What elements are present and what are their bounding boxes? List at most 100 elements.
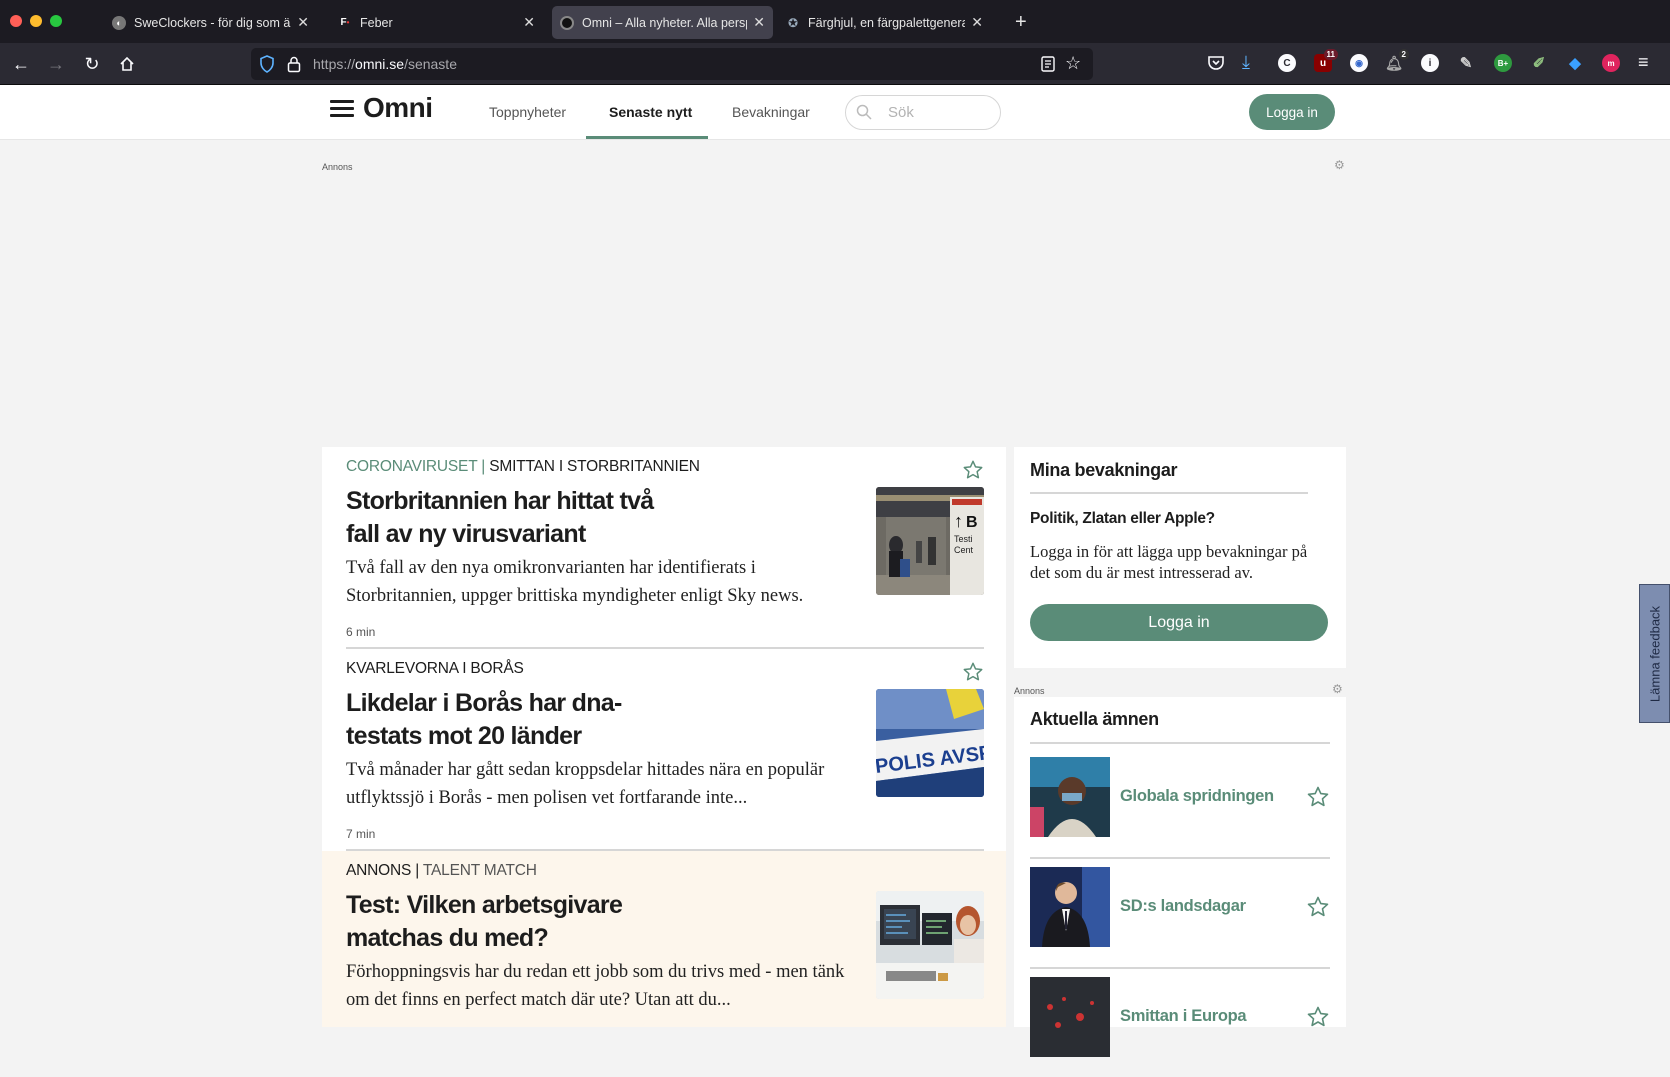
search-input[interactable] (888, 104, 988, 121)
article-topic[interactable]: CORONAVIRUSET (346, 458, 477, 475)
downloads-icon[interactable]: ⤓ (1242, 52, 1250, 73)
site-logo[interactable]: Omni (330, 92, 433, 124)
tracking-shield-icon[interactable] (259, 55, 275, 78)
hamburger-menu-icon[interactable] (330, 99, 354, 117)
article-read-time: 7 min (346, 827, 376, 841)
nav-bevakningar[interactable]: Bevakningar (732, 104, 810, 120)
omni-icon (560, 15, 574, 30)
ad-settings-gear-icon[interactable]: ⚙ (1332, 683, 1344, 695)
forward-arrow-icon[interactable]: → (43, 51, 69, 77)
svg-text:B: B (966, 514, 978, 531)
ublock-icon[interactable]: u 11 (1314, 49, 1338, 72)
tab-title: Färghjul, en färgpalettgenerator (808, 15, 966, 30)
close-tab-icon[interactable]: ✕ (523, 14, 535, 31)
bookmark-star-icon[interactable]: ☆ (1065, 54, 1081, 72)
tab-omni[interactable]: Omni – Alla nyheter. Alla perspektiv. ✕ (552, 6, 773, 39)
article-image-office[interactable] (876, 891, 984, 999)
url-text: https://omni.se/senaste (313, 56, 457, 72)
brush-extension-icon[interactable]: ✎ (1457, 54, 1475, 72)
follow-star-icon[interactable] (1306, 895, 1330, 919)
tab-farghjul[interactable]: ✪ Färghjul, en färgpalettgenerator ✕ (778, 6, 991, 39)
watchlist-description: Logga in för att lägga upp bevakningar p… (1030, 542, 1308, 582)
notification-bell-icon[interactable]: 🔔︎ 2 (1385, 49, 1409, 72)
topic-item[interactable]: SD:s landsdagar (1030, 857, 1330, 967)
article-image-police-tape[interactable]: POLIS AVSPÄRRAT (876, 689, 984, 797)
watchlist-box: Mina bevakningar Politik, Zlatan eller A… (1014, 447, 1346, 668)
reload-icon[interactable]: ↻ (79, 51, 105, 77)
url-host: omni.se (355, 56, 405, 72)
topic-item[interactable]: Globala spridningen (1030, 747, 1330, 857)
feber-icon: F • (340, 17, 350, 28)
extension-c-icon[interactable]: C (1278, 54, 1296, 72)
topic-name[interactable]: SD:s landsdagar (1120, 897, 1246, 916)
nav-senaste-nytt[interactable]: Senaste nytt (609, 104, 692, 120)
new-tab-button[interactable]: + (1007, 6, 1037, 39)
minimize-window-button[interactable] (30, 15, 42, 27)
article-subtopic[interactable]: SMITTAN I STORBRITANNIEN (489, 458, 700, 475)
login-button[interactable]: Logga in (1249, 94, 1335, 130)
url-path: /senaste (404, 56, 457, 72)
address-bar[interactable]: https://omni.se/senaste ☆ (251, 48, 1093, 80)
watchlist-login-button[interactable]: Logga in (1030, 604, 1328, 641)
article-title[interactable]: Storbritannien har hittat två fall av ny… (346, 485, 686, 551)
gem-extension-icon[interactable]: ◆ (1566, 54, 1584, 72)
topic-item[interactable]: Smittan i Europa (1030, 967, 1330, 1077)
article-card[interactable]: KVARLEVORNA I BORÅS Likdelar i Borås har… (322, 649, 1006, 851)
tab-feber[interactable]: F • Feber ✕ (330, 6, 543, 39)
zoom-window-button[interactable] (50, 15, 62, 27)
ublock-badge: 11 (1323, 49, 1338, 60)
close-tab-icon[interactable]: ✕ (297, 14, 309, 31)
sponsored-article-card[interactable]: ANNONS | TALENT MATCH Test: Vilken arbet… (322, 851, 1006, 1027)
topic-image (1030, 757, 1110, 837)
tab-title: SweClockers - för dig som älskar teknik (134, 15, 291, 30)
kicker-separator: | (415, 862, 420, 879)
follow-star-icon[interactable] (962, 661, 984, 683)
sweclockers-icon: ◐ (112, 15, 126, 30)
close-tab-icon[interactable]: ✕ (971, 14, 983, 31)
url-scheme: https:// (313, 56, 356, 72)
follow-star-icon[interactable] (1306, 785, 1330, 809)
nav-toppnyheter[interactable]: Toppnyheter (489, 104, 566, 120)
extension-m-icon[interactable]: m (1602, 54, 1620, 72)
article-subtopic[interactable]: TALENT MATCH (423, 862, 537, 879)
feedback-tab[interactable]: Lämna feedback (1639, 584, 1670, 723)
tab-sweclockers[interactable]: ◐ SweClockers - för dig som älskar tekni… (104, 6, 317, 39)
article-card[interactable]: CORONAVIRUSET | SMITTAN I STORBRITANNIEN… (322, 447, 1006, 649)
close-tab-icon[interactable]: ✕ (753, 14, 765, 31)
kicker-separator: | (481, 458, 486, 475)
article-image-airport[interactable]: ↑ B Testi Cent (876, 487, 984, 595)
extension-globe-icon[interactable]: ◉ (1350, 54, 1368, 72)
follow-star-icon[interactable] (962, 459, 984, 481)
search-box[interactable] (845, 95, 1001, 130)
topic-image (1030, 977, 1110, 1057)
article-title[interactable]: Test: Vilken arbetsgivare matchas du med… (346, 889, 686, 955)
reader-view-icon[interactable] (1041, 56, 1055, 77)
ad-label: Annons (1014, 686, 1045, 696)
topic-name[interactable]: Smittan i Europa (1120, 1007, 1247, 1026)
pen-extension-icon[interactable]: ✐ (1530, 54, 1548, 72)
logo-text: Omni (363, 92, 433, 123)
menu-hamburger-icon[interactable]: ≡ (1638, 52, 1649, 73)
browser-toolbar: ← → ↻ https://omni.se/senaste ☆ ⤓ C u 11 … (0, 43, 1670, 85)
article-subtopic[interactable]: KVARLEVORNA I BORÅS (346, 660, 524, 677)
sidebar: Mina bevakningar Politik, Zlatan eller A… (1014, 447, 1346, 1057)
pocket-icon[interactable] (1207, 54, 1225, 77)
trending-topics-box: Aktuella ämnen Globala spridningen SD:s … (1014, 697, 1346, 1057)
ad-settings-gear-icon[interactable]: ⚙ (1334, 159, 1346, 171)
svg-text:↑: ↑ (954, 511, 963, 531)
watchlist-question: Politik, Zlatan eller Apple? (1030, 510, 1215, 527)
heading-divider (1030, 742, 1330, 744)
home-icon[interactable] (114, 51, 140, 77)
article-feed: CORONAVIRUSET | SMITTAN I STORBRITANNIEN… (322, 447, 1006, 1027)
back-arrow-icon[interactable]: ← (8, 51, 34, 77)
follow-star-icon[interactable] (1306, 1005, 1330, 1029)
watchlist-heading: Mina bevakningar (1030, 460, 1178, 480)
ad-label: Annons (322, 162, 353, 172)
topic-name[interactable]: Globala spridningen (1120, 787, 1274, 806)
info-extension-icon[interactable]: i (1421, 54, 1439, 72)
article-title[interactable]: Likdelar i Borås har dna-testats mot 20 … (346, 687, 686, 753)
bplus-extension-icon[interactable]: B+ (1494, 54, 1512, 72)
close-window-button[interactable] (10, 15, 22, 27)
article-description: Två fall av den nya omikronvarianten har… (346, 558, 804, 606)
lock-icon[interactable] (287, 55, 301, 78)
